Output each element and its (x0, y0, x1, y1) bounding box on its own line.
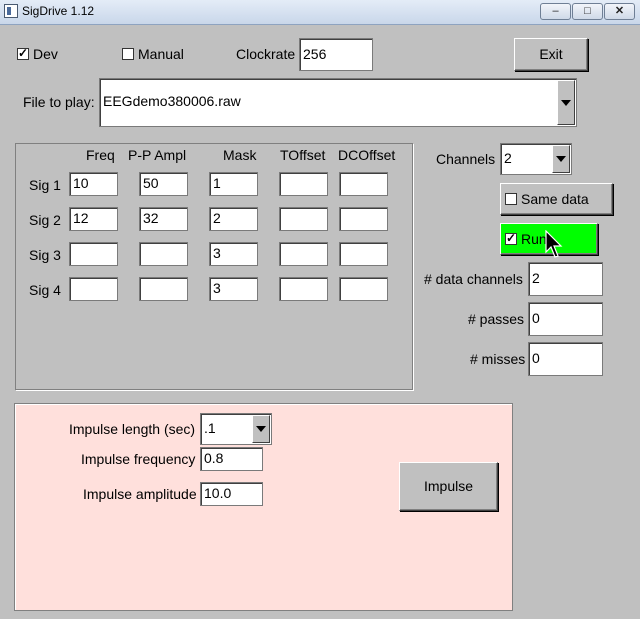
file-combo-value: EEGdemo380006.raw (103, 93, 241, 109)
sig2-mask-input[interactable]: 2 (209, 207, 258, 231)
header-toffset: TOffset (280, 147, 326, 163)
sig4-mask-input[interactable]: 3 (209, 277, 258, 301)
same-data-label: Same data (521, 191, 589, 207)
sig1-mask-input[interactable]: 1 (209, 172, 258, 196)
run-checkbox[interactable] (505, 231, 517, 245)
channels-label: Channels (436, 151, 496, 167)
sig2-dcoffset-input[interactable] (339, 207, 388, 231)
sig4-dcoffset-input[interactable] (339, 277, 388, 301)
close-button[interactable]: ✕ (604, 3, 635, 20)
data-channels-label: # data channels (424, 271, 523, 287)
manual-checkbox[interactable] (122, 48, 134, 60)
sig1-label: Sig 1 (29, 177, 61, 193)
sig1-dcoffset-input[interactable] (339, 172, 388, 196)
clockrate-input[interactable]: 256 (299, 38, 373, 71)
minimize-icon: – (552, 5, 559, 17)
exit-button[interactable]: Exit (514, 38, 588, 71)
impulse-amplitude-label: Impulse amplitude (83, 486, 197, 502)
sig2-ampl-input[interactable]: 32 (139, 207, 188, 231)
header-pp-ampl: P-P Ampl (128, 147, 187, 163)
sig3-label: Sig 3 (29, 247, 61, 263)
sig2-label: Sig 2 (29, 212, 61, 228)
maximize-icon: □ (584, 5, 591, 17)
sig1-toffset-input[interactable] (279, 172, 328, 196)
impulse-frequency-input[interactable]: 0.8 (200, 447, 263, 471)
passes-input[interactable]: 0 (528, 302, 603, 336)
channels-dropdown-button[interactable] (552, 145, 570, 173)
impulse-amplitude-input[interactable]: 10.0 (200, 482, 263, 506)
title-bar: SigDrive 1.12 – □ ✕ (0, 0, 640, 25)
sig3-ampl-input[interactable] (139, 242, 188, 266)
app-icon (4, 4, 18, 18)
impulse-button[interactable]: Impulse (399, 462, 498, 511)
sig1-freq-input[interactable]: 10 (69, 172, 118, 196)
file-combo[interactable]: EEGdemo380006.raw (99, 78, 577, 127)
sig3-dcoffset-input[interactable] (339, 242, 388, 266)
file-dropdown-button[interactable] (557, 80, 575, 125)
close-icon: ✕ (614, 5, 625, 17)
dev-label: Dev (33, 46, 58, 62)
header-dcoffset: DCOffset (338, 147, 396, 163)
window-client: Dev Manual Clockrate 256 Exit File to pl… (0, 25, 640, 619)
window-title: SigDrive 1.12 (22, 4, 95, 18)
sig3-freq-input[interactable] (69, 242, 118, 266)
mouse-cursor-icon (545, 230, 563, 258)
sig1-ampl-input[interactable]: 50 (139, 172, 188, 196)
misses-input[interactable]: 0 (528, 342, 603, 376)
sig4-ampl-input[interactable] (139, 277, 188, 301)
header-freq: Freq (86, 147, 115, 163)
same-data-checkbox[interactable] (505, 193, 517, 205)
sig2-toffset-input[interactable] (279, 207, 328, 231)
maximize-button[interactable]: □ (572, 3, 603, 20)
impulse-frequency-label: Impulse frequency (81, 451, 196, 467)
file-label: File to play: (23, 94, 95, 110)
sig3-toffset-input[interactable] (279, 242, 328, 266)
sig4-freq-input[interactable] (69, 277, 118, 301)
sig3-mask-input[interactable]: 3 (209, 242, 258, 266)
manual-label: Manual (138, 46, 184, 62)
run-label: Run (521, 231, 547, 247)
sig2-freq-input[interactable]: 12 (69, 207, 118, 231)
misses-label: # misses (470, 351, 526, 367)
dev-checkbox[interactable] (17, 46, 29, 60)
minimize-button[interactable]: – (540, 3, 571, 20)
header-mask: Mask (223, 147, 257, 163)
sig4-label: Sig 4 (29, 282, 61, 298)
channels-combo-value: 2 (504, 150, 512, 166)
impulse-length-dropdown-button[interactable] (252, 415, 270, 443)
impulse-length-label: Impulse length (sec) (69, 421, 196, 437)
sig4-toffset-input[interactable] (279, 277, 328, 301)
impulse-length-value: .1 (204, 420, 216, 436)
clockrate-label: Clockrate (236, 46, 296, 62)
data-channels-input[interactable]: 2 (528, 262, 603, 296)
passes-label: # passes (468, 311, 525, 327)
same-data-toggle[interactable]: Same data (500, 183, 613, 215)
